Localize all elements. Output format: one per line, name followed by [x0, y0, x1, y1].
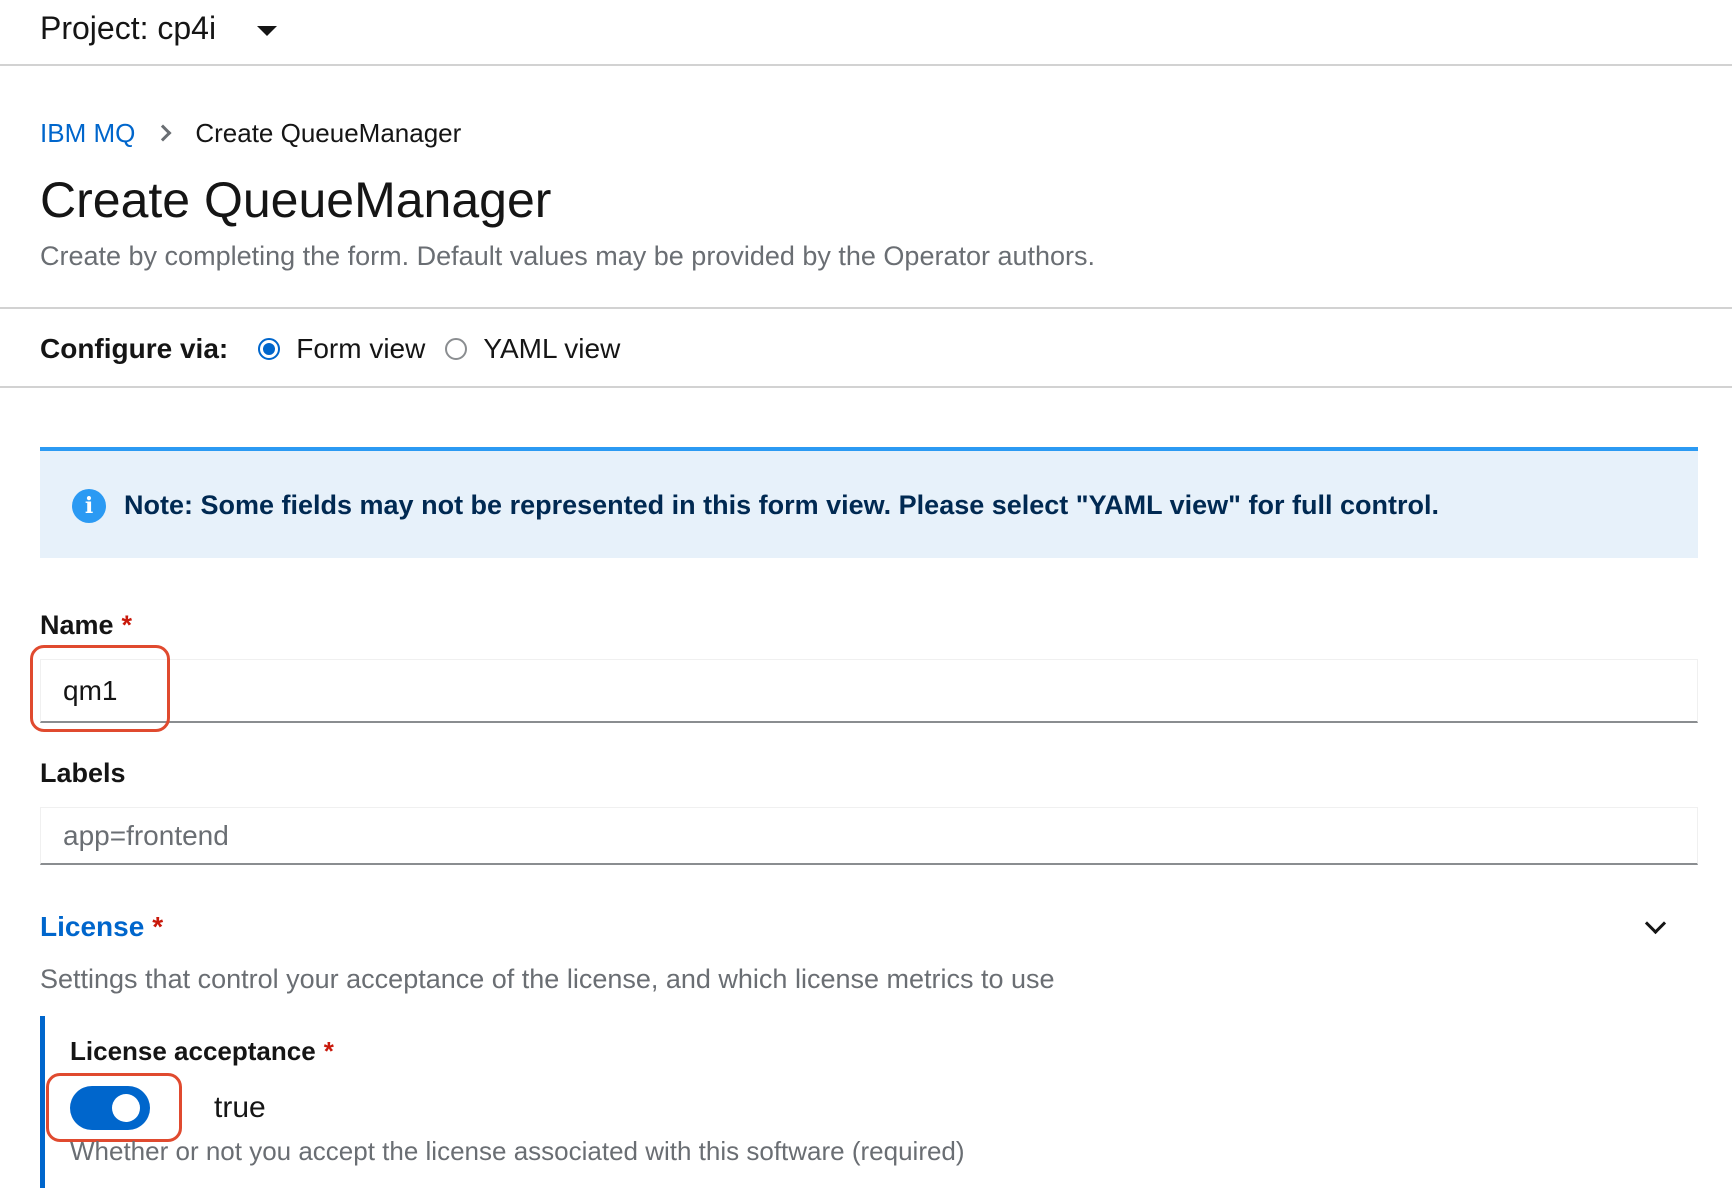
- required-marker: *: [121, 610, 133, 640]
- chevron-down-icon[interactable]: [1644, 912, 1667, 935]
- license-acceptance-label: License acceptance *: [70, 1034, 334, 1068]
- toggle-state-text: true: [214, 1091, 266, 1124]
- divider: [0, 386, 1732, 388]
- license-section-title[interactable]: License: [40, 911, 144, 942]
- configure-via-label: Configure via:: [40, 333, 229, 364]
- breadcrumb-link-ibm-mq[interactable]: IBM MQ: [40, 116, 135, 150]
- radio-yaml-view[interactable]: YAML view: [445, 333, 620, 365]
- breadcrumb: IBM MQ Create QueueManager: [40, 116, 461, 150]
- page-title: Create QueueManager: [40, 172, 552, 228]
- section-indent-bar: [40, 1016, 45, 1188]
- project-selector[interactable]: Project: cp4i: [40, 8, 216, 48]
- radio-unselected-icon[interactable]: [445, 338, 468, 360]
- required-marker: *: [323, 1036, 334, 1066]
- info-alert-text: Note: Some fields may not be represented…: [124, 490, 1439, 520]
- labels-field-label: Labels: [40, 758, 126, 788]
- license-acceptance-helper: Whether or not you accept the license as…: [70, 1136, 965, 1166]
- radio-form-view[interactable]: Form view: [258, 333, 425, 365]
- project-bar: Project: cp4i: [0, 0, 1732, 66]
- radio-selected-icon[interactable]: [258, 338, 281, 360]
- info-icon: i: [72, 489, 106, 523]
- breadcrumb-current: Create QueueManager: [195, 118, 462, 148]
- license-acceptance-toggle[interactable]: [70, 1086, 150, 1130]
- name-input[interactable]: [40, 659, 1698, 723]
- radio-yaml-view-label[interactable]: YAML view: [483, 333, 620, 365]
- name-label-text: Name: [40, 610, 114, 640]
- required-marker: *: [152, 911, 164, 942]
- divider: [0, 307, 1732, 309]
- page-subtitle: Create by completing the form. Default v…: [40, 241, 1096, 271]
- caret-down-icon[interactable]: [257, 26, 277, 36]
- license-section-description: Settings that control your acceptance of…: [40, 964, 1055, 994]
- name-field-label: Name *: [40, 608, 132, 642]
- license-section-toggle[interactable]: License *: [40, 910, 163, 944]
- configure-via-group: Configure via: Form view YAML view: [40, 326, 640, 372]
- info-alert: i Note: Some fields may not be represent…: [40, 447, 1698, 558]
- license-acceptance-label-text: License acceptance: [70, 1036, 316, 1066]
- chevron-right-icon: [154, 124, 172, 142]
- toggle-knob: [112, 1094, 140, 1122]
- radio-form-view-label[interactable]: Form view: [296, 333, 425, 365]
- labels-input[interactable]: [40, 807, 1698, 865]
